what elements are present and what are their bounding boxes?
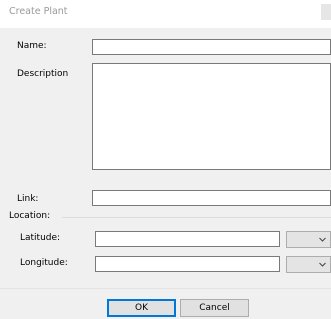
dialog-body: Name: Description Link: Location: Latitu…: [0, 28, 331, 319]
name-label: Name:: [17, 41, 47, 51]
location-group-label: Location:: [9, 211, 51, 221]
create-plant-dialog: Create Plant Name: Description Link: Loc…: [0, 0, 331, 319]
link-input[interactable]: [92, 190, 331, 206]
description-label: Description: [17, 69, 69, 79]
title-bar: Create Plant: [0, 0, 331, 28]
longitude-label: Longitude:: [20, 258, 68, 268]
link-label: Link:: [17, 194, 39, 204]
close-button[interactable]: [321, 4, 331, 20]
latitude-label: Latitude:: [20, 233, 61, 243]
ok-button[interactable]: OK: [107, 299, 176, 317]
name-input[interactable]: [92, 39, 331, 55]
cancel-button[interactable]: Cancel: [180, 299, 249, 317]
button-separator: [0, 288, 331, 289]
longitude-input[interactable]: [95, 256, 280, 272]
longitude-unit-dropdown[interactable]: [286, 256, 331, 273]
chevron-down-icon: [319, 237, 326, 242]
latitude-input[interactable]: [95, 231, 280, 247]
description-textarea[interactable]: [92, 63, 331, 170]
chevron-down-icon: [319, 262, 326, 267]
window-title: Create Plant: [9, 6, 68, 17]
latitude-unit-dropdown[interactable]: [286, 231, 331, 248]
location-group-line: [62, 217, 331, 218]
